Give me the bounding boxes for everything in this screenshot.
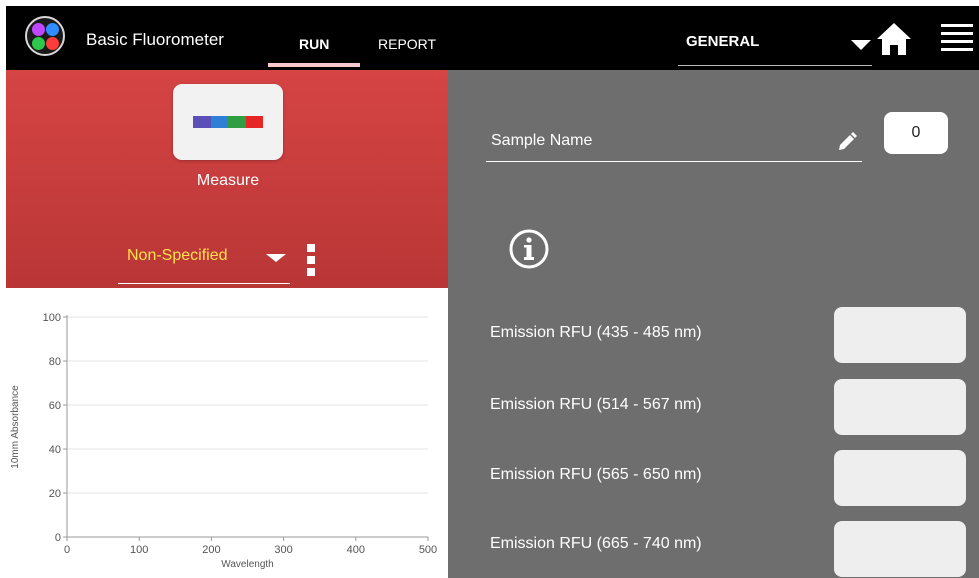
- emission-value-514-567[interactable]: [834, 379, 966, 435]
- absorbance-chart: 0 20 40 60 80 100 0 100 200 300 400 500 Wavelength 10…: [6, 288, 448, 578]
- emission-label-665-740: Emission RFU (665 - 740 nm): [490, 535, 702, 552]
- active-tab-indicator: [268, 63, 360, 67]
- emission-value-565-650[interactable]: [834, 450, 966, 506]
- spectrum-icon: [193, 116, 263, 128]
- chevron-down-icon: [851, 40, 871, 50]
- pencil-icon[interactable]: [837, 132, 857, 152]
- emission-value-665-740[interactable]: [834, 521, 966, 577]
- home-icon[interactable]: [876, 22, 912, 56]
- sample-counter-input[interactable]: 0: [884, 112, 948, 154]
- hamburger-menu-icon[interactable]: [941, 24, 973, 52]
- sample-name-field[interactable]: Sample Name: [486, 110, 862, 162]
- chart-svg: 0 20 40 60 80 100 0 100 200 300 400 500 Wavelength 10…: [10, 312, 437, 570]
- x-axis-label: Wavelength: [221, 559, 273, 570]
- measure-button[interactable]: [173, 84, 283, 160]
- emission-label-565-650: Emission RFU (565 - 650 nm): [490, 466, 702, 483]
- chevron-down-icon: [266, 254, 286, 262]
- mode-dropdown[interactable]: GENERAL: [678, 16, 872, 66]
- emission-label-435-485: Emission RFU (435 - 485 nm): [490, 324, 702, 341]
- x-tick-label: 100: [130, 544, 148, 556]
- results-panel: Sample Name 0 Emission RFU (435 - 485 nm…: [448, 70, 979, 578]
- info-icon[interactable]: [508, 228, 550, 270]
- tab-run[interactable]: RUN: [299, 36, 329, 52]
- y-axis-label: 10mm Absorbance: [10, 385, 21, 469]
- app-logo-icon: [25, 16, 65, 56]
- top-bar: Basic Fluorometer RUN REPORT GENERAL: [6, 6, 979, 70]
- sample-name-label: Sample Name: [491, 132, 593, 149]
- y-tick-label: 100: [43, 312, 61, 324]
- spectrum-segment: [210, 116, 228, 128]
- x-tick-label: 500: [419, 544, 437, 556]
- x-tick-label: 200: [202, 544, 220, 556]
- measure-panel: Measure Non-Specified: [6, 70, 448, 288]
- y-tick-label: 60: [49, 400, 61, 412]
- mode-dropdown-value: GENERAL: [686, 33, 760, 50]
- sample-type-dropdown[interactable]: Non-Specified: [118, 234, 290, 284]
- y-tick-label: 0: [55, 532, 61, 544]
- y-tick-label: 40: [49, 444, 61, 456]
- emission-value-435-485[interactable]: [834, 307, 966, 363]
- measure-label: Measure: [196, 172, 260, 189]
- y-tick-label: 80: [49, 356, 61, 368]
- x-tick-label: 0: [64, 544, 70, 556]
- sample-type-value: Non-Specified: [127, 247, 228, 264]
- y-tick-label: 20: [49, 488, 61, 500]
- x-tick-label: 400: [347, 544, 365, 556]
- emission-label-514-567: Emission RFU (514 - 567 nm): [490, 396, 702, 413]
- spectrum-segment: [245, 116, 263, 128]
- spectrum-segment: [228, 116, 246, 128]
- more-options-icon[interactable]: [307, 244, 315, 276]
- app-title: Basic Fluorometer: [86, 30, 224, 49]
- x-tick-label: 300: [274, 544, 292, 556]
- app-frame: Basic Fluorometer RUN REPORT GENERAL Mea…: [6, 6, 979, 578]
- spectrum-segment: [193, 116, 211, 128]
- tab-report[interactable]: REPORT: [378, 36, 436, 52]
